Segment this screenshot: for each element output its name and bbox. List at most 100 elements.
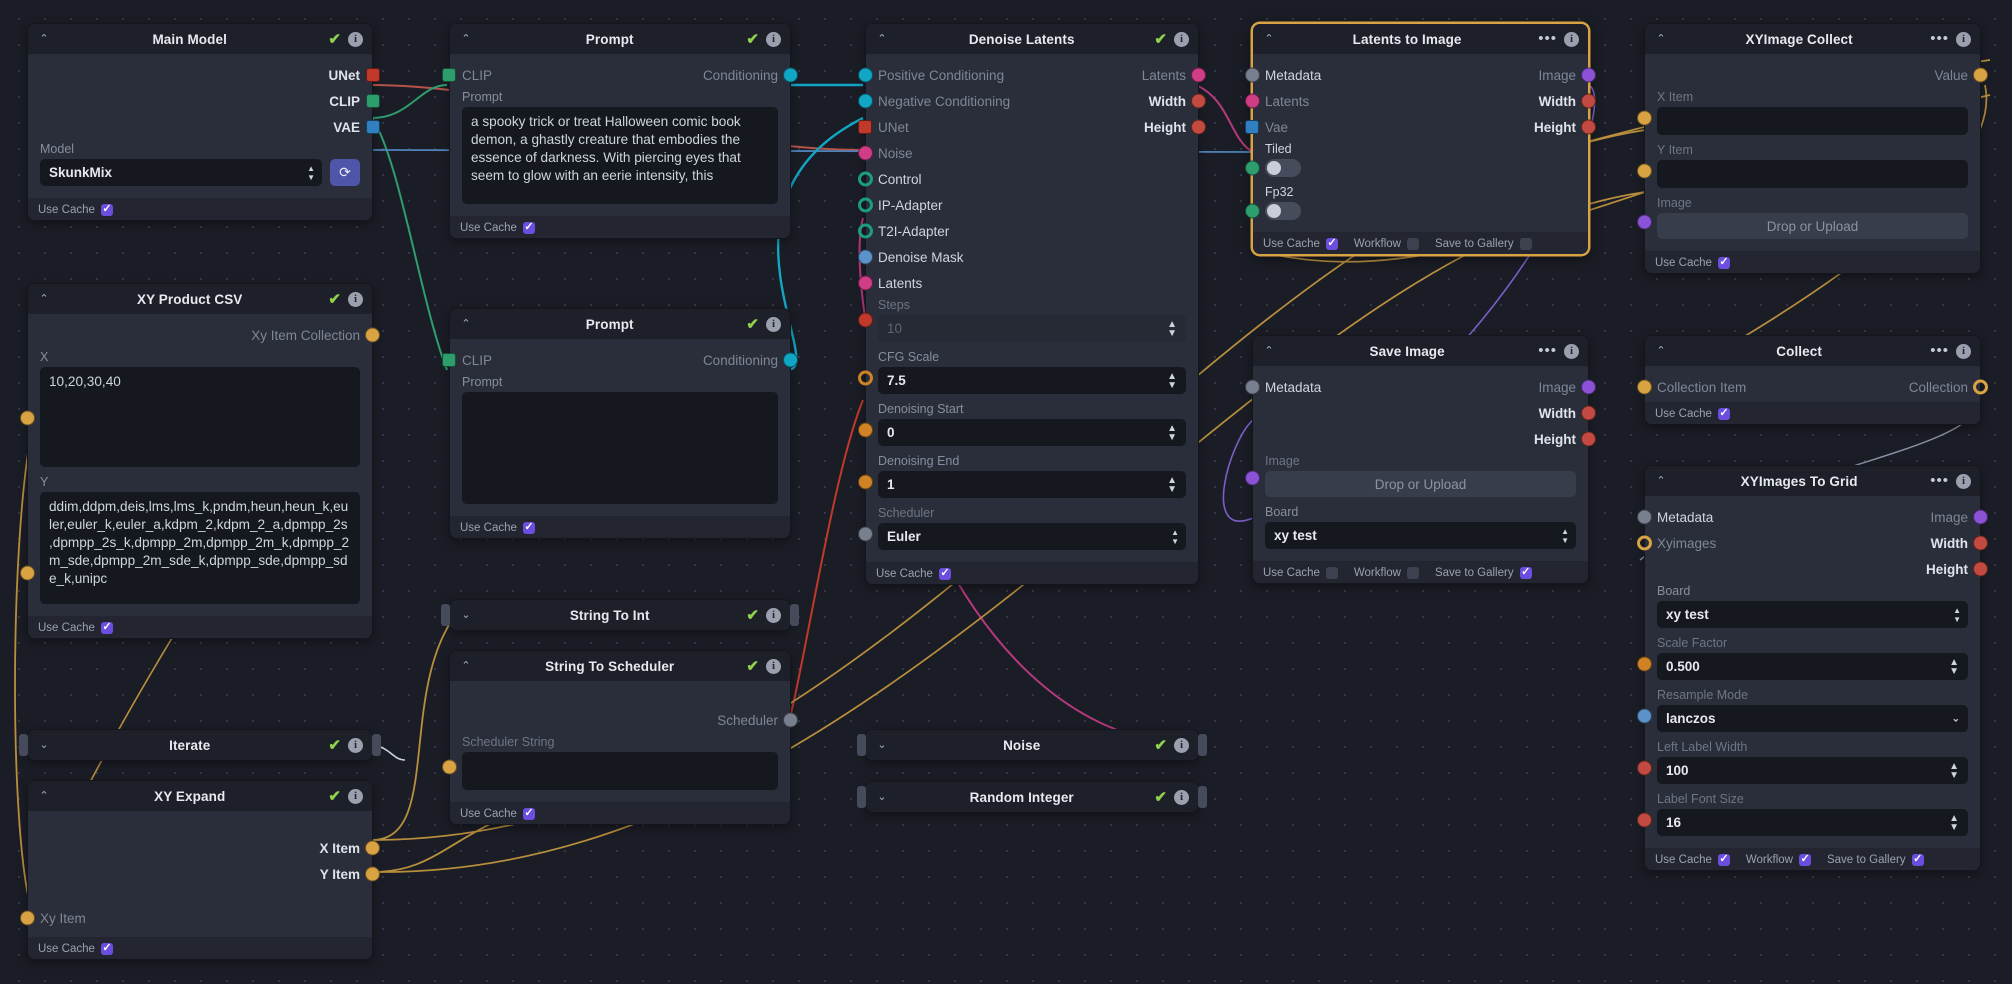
port-row-vae[interactable]: VAE [28, 114, 380, 140]
node-xy-product-csv[interactable]: ⌃ XY Product CSV ✔ i Xy Item Collection … [20, 284, 380, 638]
workflow-toggle[interactable]: Workflow [1746, 852, 1811, 866]
port-metadata-in[interactable] [1245, 67, 1260, 83]
use-cache-toggle[interactable]: Use Cache [1655, 406, 1730, 420]
expand-caret-icon[interactable]: ⌄ [37, 738, 51, 752]
use-cache-checkbox[interactable] [1325, 566, 1338, 579]
port-latents-in[interactable] [858, 275, 873, 291]
use-cache-checkbox[interactable] [100, 620, 113, 634]
port-x-in[interactable] [20, 410, 35, 426]
port-latents-out[interactable] [1191, 67, 1206, 83]
port-height-out[interactable] [1973, 561, 1988, 577]
port-resample-mode-in[interactable] [1637, 708, 1652, 724]
port-row-xy-item-in[interactable]: Xy Item [20, 905, 372, 931]
y-item-input[interactable] [1657, 160, 1968, 188]
use-cache-toggle[interactable]: Use Cache [1655, 852, 1730, 866]
node-denoise-latents[interactable]: ⌃ Denoise Latents ✔ i Positive Condition… [858, 24, 1206, 584]
port-row-latents-width[interactable]: Latents Width [1245, 88, 1596, 114]
stepper-icon[interactable]: ▲ ▼ [1949, 761, 1959, 780]
use-cache-checkbox[interactable] [522, 220, 535, 234]
node-header[interactable]: ⌃ Prompt ✔ i [450, 24, 790, 54]
node-xy-expand[interactable]: ⌃ XY Expand ✔ i X Item Y Item Xy Item Us… [20, 781, 380, 959]
use-cache-checkbox[interactable] [100, 941, 113, 955]
steps-input[interactable]: 10 ▲ ▼ [878, 315, 1186, 342]
workflow-checkbox[interactable] [1406, 566, 1419, 579]
port-denoising-end-in[interactable] [858, 474, 873, 490]
collapsed-output-grip[interactable] [372, 734, 381, 756]
port-conditioning-out[interactable] [783, 67, 798, 83]
x-textarea[interactable]: 10,20,30,40 [40, 367, 360, 467]
node-header[interactable]: ⌃ Prompt ✔ i [450, 309, 790, 339]
collapsed-input-grip[interactable] [857, 786, 866, 808]
stepper-icon[interactable]: ▲ ▼ [1949, 657, 1959, 676]
node-xyimage-collect[interactable]: ⌃ XYImage Collect ••• i Value X Item Y I… [1637, 24, 1988, 273]
node-header[interactable]: ⌃ Denoise Latents ✔ i [866, 24, 1198, 54]
port-denoise-mask-in[interactable] [858, 249, 873, 265]
left-label-width-input[interactable]: 100 ▲ ▼ [1657, 757, 1968, 784]
port-scheduler-out[interactable] [783, 712, 798, 728]
use-cache-toggle[interactable]: Use Cache [460, 520, 535, 534]
port-label-font-size-in[interactable] [1637, 812, 1652, 828]
collapse-caret-icon[interactable]: ⌃ [1654, 344, 1668, 358]
info-icon[interactable]: i [766, 316, 781, 332]
scale-factor-input[interactable]: 0.500 ▲ ▼ [1657, 653, 1968, 680]
stepper-icon[interactable]: ▲ ▼ [1167, 475, 1177, 494]
port-row-x-item[interactable]: X Item [28, 835, 380, 861]
collapse-caret-icon[interactable]: ⌃ [1262, 344, 1276, 358]
node-header[interactable]: ⌃ XYImage Collect ••• i [1645, 24, 1980, 54]
node-prompt-negative[interactable]: ⌃ Prompt ✔ i CLIP Conditioning Prompt Us… [442, 309, 798, 538]
collapsed-input-grip[interactable] [19, 734, 28, 756]
port-row-denoise-mask[interactable]: Denoise Mask [858, 244, 1198, 270]
port-row-height[interactable]: Height [1645, 556, 1988, 582]
port-unet-in[interactable] [858, 120, 872, 134]
port-row-value[interactable]: Value [1645, 62, 1988, 88]
node-collect[interactable]: ⌃ Collect ••• i Collection Item Collecti… [1637, 336, 1988, 424]
node-header[interactable]: ⌃ XYImages To Grid ••• i [1645, 466, 1980, 496]
use-cache-toggle[interactable]: Use Cache [876, 566, 951, 580]
port-row-xyimages-width[interactable]: Xyimages Width [1637, 530, 1988, 556]
port-row-noise[interactable]: Noise [858, 140, 1198, 166]
use-cache-toggle[interactable]: Use Cache [38, 202, 113, 216]
save-to-gallery-checkbox[interactable] [1519, 565, 1532, 579]
info-icon[interactable]: i [766, 31, 781, 47]
port-row-y-item[interactable]: Y Item [28, 861, 380, 887]
port-positive-conditioning-in[interactable] [858, 67, 873, 83]
port-unet-out[interactable] [366, 68, 380, 82]
port-clip-in[interactable] [442, 353, 456, 367]
port-row-clip[interactable]: CLIP [28, 88, 380, 114]
node-prompt-positive[interactable]: ⌃ Prompt ✔ i CLIP Conditioning Prompt a … [442, 24, 798, 238]
workflow-canvas[interactable]: ⌃ Main Model ✔ i UNet CLIP VAE Model Sku… [0, 0, 2012, 984]
image-dropzone[interactable]: Drop or Upload [1265, 471, 1576, 497]
denoising-end-input[interactable]: 1 ▲ ▼ [878, 471, 1186, 498]
use-cache-checkbox[interactable] [1717, 406, 1730, 420]
port-xy-item-collection-out[interactable] [365, 327, 380, 343]
port-scheduler-in[interactable] [858, 526, 873, 542]
info-icon[interactable]: i [1174, 31, 1189, 47]
port-scheduler-string-in[interactable] [442, 759, 457, 775]
more-options-icon[interactable]: ••• [1538, 343, 1557, 357]
port-y-in[interactable] [20, 565, 35, 581]
port-image-out[interactable] [1581, 67, 1596, 83]
port-t2i-adapter-in[interactable] [858, 223, 873, 239]
scheduler-string-textarea[interactable] [462, 752, 778, 790]
port-clip-in[interactable] [442, 68, 456, 82]
info-icon[interactable]: i [766, 607, 781, 623]
collapse-caret-icon[interactable]: ⌃ [37, 32, 51, 46]
prompt-textarea[interactable]: a spooky trick or treat Halloween comic … [462, 107, 778, 204]
port-fp32-in[interactable] [1245, 203, 1260, 219]
node-main-model[interactable]: ⌃ Main Model ✔ i UNet CLIP VAE Model Sku… [28, 24, 380, 220]
port-row-height[interactable]: Height [1253, 426, 1596, 452]
collapsed-output-grip[interactable] [790, 604, 799, 626]
workflow-toggle[interactable]: Workflow [1354, 237, 1419, 250]
use-cache-toggle[interactable]: Use Cache [1263, 566, 1338, 579]
node-string-to-scheduler[interactable]: ⌃ String To Scheduler ✔ i Scheduler Sche… [442, 651, 798, 824]
port-y-item-out[interactable] [365, 866, 380, 882]
info-icon[interactable]: i [1564, 31, 1579, 47]
port-tiled-in[interactable] [1245, 160, 1260, 176]
model-select[interactable]: SkunkMix ▲ ▼ [40, 159, 322, 186]
port-row-scheduler-out[interactable]: Scheduler [450, 707, 798, 733]
port-image-out[interactable] [1581, 379, 1596, 395]
port-row-clip-cond[interactable]: CLIP Conditioning [442, 347, 798, 373]
save-to-gallery-checkbox[interactable] [1911, 852, 1924, 866]
node-header[interactable]: ⌄ Noise ✔ i [866, 730, 1198, 760]
port-row-clip-cond[interactable]: CLIP Conditioning [442, 62, 798, 88]
